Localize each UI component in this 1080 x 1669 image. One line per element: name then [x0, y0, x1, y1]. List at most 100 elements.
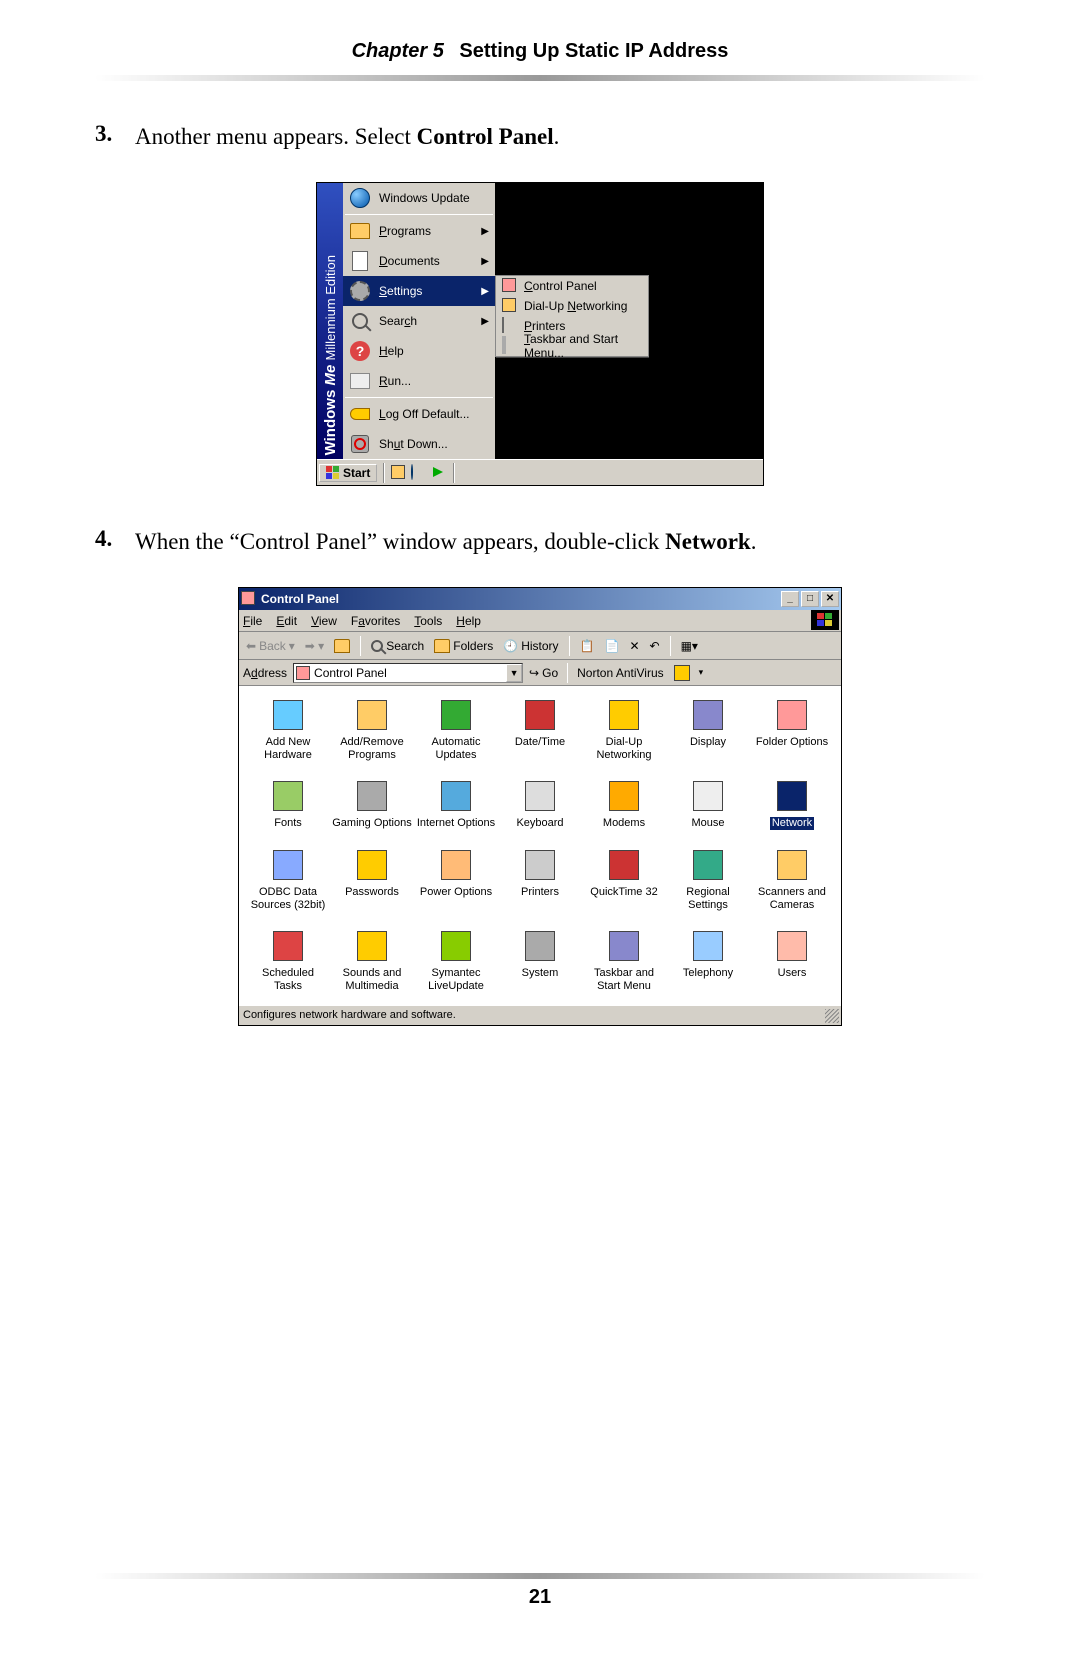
menu-help[interactable]: Help: [456, 614, 481, 628]
menu-tools[interactable]: Tools: [414, 614, 442, 628]
cp-item-scheduled-tasks[interactable]: Scheduled Tasks: [247, 929, 329, 992]
submenu-item-taskbar[interactable]: Taskbar and Start Menu...: [496, 336, 648, 356]
move-button[interactable]: 📋: [577, 637, 598, 655]
cp-item-regional-settings[interactable]: Regional Settings: [667, 848, 749, 911]
cp-item-scanners-and-cameras[interactable]: Scanners and Cameras: [751, 848, 833, 911]
startmenu-item-search[interactable]: Search ▶: [343, 306, 495, 336]
address-icon: [296, 666, 310, 680]
start-button[interactable]: Start: [319, 464, 377, 482]
quicklaunch-icon[interactable]: [391, 465, 407, 481]
cp-item-label: Symantec LiveUpdate: [415, 967, 497, 992]
cp-item-passwords[interactable]: Passwords: [331, 848, 413, 911]
cp-item-icon: [355, 848, 389, 882]
delete-button[interactable]: ✕: [626, 637, 642, 655]
cp-item-icon: [271, 848, 305, 882]
cp-item-telephony[interactable]: Telephony: [667, 929, 749, 992]
cp-item-automatic-updates[interactable]: Automatic Updates: [415, 698, 497, 761]
address-dropdown-icon[interactable]: ▼: [506, 664, 522, 682]
cp-item-power-options[interactable]: Power Options: [415, 848, 497, 911]
back-button[interactable]: ⬅ Back ▾: [243, 637, 298, 655]
cp-item-odbc-data-sources-32bit-[interactable]: ODBC Data Sources (32bit): [247, 848, 329, 911]
close-button[interactable]: ✕: [821, 591, 839, 607]
minimize-button[interactable]: _: [781, 591, 799, 607]
cp-item-icon: [775, 929, 809, 963]
cp-item-icon: [691, 929, 725, 963]
cp-item-fonts[interactable]: Fonts: [247, 779, 329, 830]
page-number: 21: [95, 1586, 985, 1609]
cp-item-display[interactable]: Display: [667, 698, 749, 761]
menu-edit[interactable]: Edit: [276, 614, 297, 628]
taskbar-divider: [453, 463, 455, 483]
cp-item-modems[interactable]: Modems: [583, 779, 665, 830]
cp-item-taskbar-and-start-menu[interactable]: Taskbar and Start Menu: [583, 929, 665, 992]
cp-item-mouse[interactable]: Mouse: [667, 779, 749, 830]
copy-button[interactable]: 📄: [602, 637, 623, 655]
norton-icon: [674, 665, 690, 681]
cp-item-add-new-hardware[interactable]: Add New Hardware: [247, 698, 329, 761]
menu-file[interactable]: File: [243, 614, 262, 628]
cp-item-label: Date/Time: [515, 736, 565, 749]
startmenu-column: Windows Update Programs ▶ Documents ▶ Se…: [343, 183, 495, 459]
quicklaunch-icon[interactable]: [411, 465, 427, 481]
startmenu-item-help[interactable]: ? Help: [343, 336, 495, 366]
cp-item-date-time[interactable]: Date/Time: [499, 698, 581, 761]
undo-button[interactable]: ↶: [647, 637, 663, 655]
logoff-icon: [349, 403, 371, 425]
submenu-item-dialup[interactable]: Dial-Up Networking: [496, 296, 648, 316]
cp-item-label: Mouse: [691, 817, 724, 830]
cp-item-add-remove-programs[interactable]: Add/Remove Programs: [331, 698, 413, 761]
cp-item-label: Automatic Updates: [415, 736, 497, 761]
cp-item-printers[interactable]: Printers: [499, 848, 581, 911]
cp-item-icon: [607, 929, 641, 963]
quicklaunch-icon[interactable]: [431, 465, 447, 481]
cp-item-symantec-liveupdate[interactable]: Symantec LiveUpdate: [415, 929, 497, 992]
views-button[interactable]: ▦▾: [678, 637, 701, 655]
cp-item-keyboard[interactable]: Keyboard: [499, 779, 581, 830]
startmenu-item-programs[interactable]: Programs ▶: [343, 216, 495, 246]
cp-item-label: Gaming Options: [332, 817, 411, 830]
window-icon: [241, 591, 257, 607]
menu-separator: [345, 397, 493, 398]
menu-view[interactable]: View: [311, 614, 337, 628]
cp-item-label: Folder Options: [756, 736, 828, 749]
startmenu-item-run[interactable]: Run...: [343, 366, 495, 396]
menu-favorites[interactable]: Favorites: [351, 614, 400, 628]
startmenu-item-documents[interactable]: Documents ▶: [343, 246, 495, 276]
startmenu-item-settings[interactable]: Settings ▶: [343, 276, 495, 306]
desktop-background: [649, 183, 763, 459]
go-button[interactable]: ↪ Go: [529, 666, 558, 680]
submenu-item-control-panel[interactable]: Control Panel: [496, 276, 648, 296]
address-input[interactable]: Control Panel ▼: [293, 663, 523, 683]
cp-item-icon: [775, 698, 809, 732]
cp-item-icon: [439, 848, 473, 882]
cp-item-internet-options[interactable]: Internet Options: [415, 779, 497, 830]
startmenu-item-windows-update[interactable]: Windows Update: [343, 183, 495, 213]
startmenu-item-logoff[interactable]: Log Off Default...: [343, 399, 495, 429]
submenu-arrow-icon: ▶: [481, 316, 489, 327]
forward-button[interactable]: ➡ ▾: [302, 637, 327, 655]
cp-item-icon: [691, 698, 725, 732]
addressbar: Address Control Panel ▼ ↪ Go Norton Anti…: [239, 660, 841, 686]
cp-item-network[interactable]: Network: [751, 779, 833, 830]
step-text: When the “Control Panel” window appears,…: [135, 526, 985, 557]
cp-item-label: Keyboard: [516, 817, 563, 830]
history-button[interactable]: 🕘 History: [500, 637, 561, 655]
cp-item-icon: [271, 929, 305, 963]
cp-item-system[interactable]: System: [499, 929, 581, 992]
cp-item-dial-up-networking[interactable]: Dial-Up Networking: [583, 698, 665, 761]
up-button[interactable]: [331, 637, 353, 655]
cp-item-folder-options[interactable]: Folder Options: [751, 698, 833, 761]
search-button[interactable]: Search: [368, 637, 427, 655]
folders-button[interactable]: Folders: [431, 637, 496, 655]
cp-item-users[interactable]: Users: [751, 929, 833, 992]
cp-item-quicktime-32[interactable]: QuickTime 32: [583, 848, 665, 911]
maximize-button[interactable]: □: [801, 591, 819, 607]
documents-icon: [349, 250, 371, 272]
taskbar: Start: [317, 459, 763, 485]
window-brand-icon: [811, 610, 839, 630]
startmenu-item-shutdown[interactable]: Shut Down...: [343, 429, 495, 459]
cp-item-gaming-options[interactable]: Gaming Options: [331, 779, 413, 830]
resize-grip-icon[interactable]: [825, 1009, 839, 1023]
cp-item-sounds-and-multimedia[interactable]: Sounds and Multimedia: [331, 929, 413, 992]
search-icon: [349, 310, 371, 332]
